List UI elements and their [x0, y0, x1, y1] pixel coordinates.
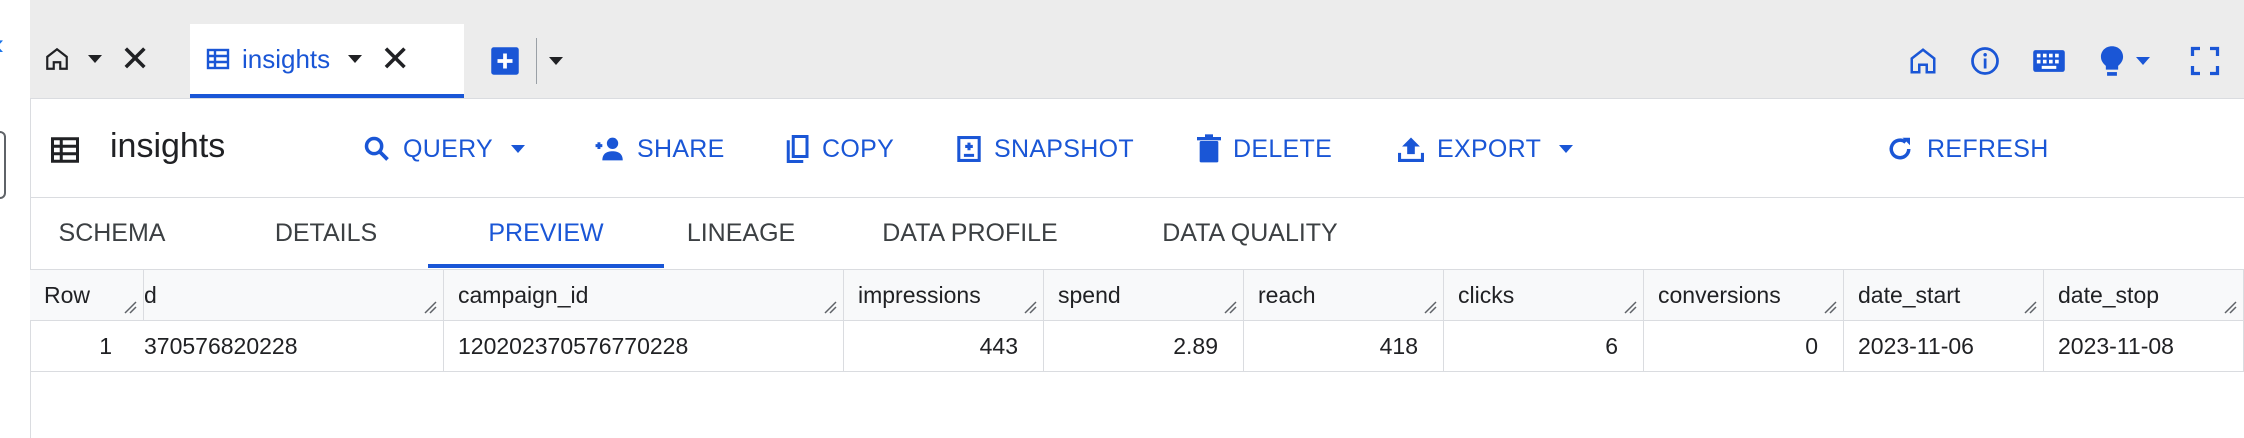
resize-handle-icon[interactable] [123, 300, 137, 314]
tab-bar: ✕ insights ✕ [30, 0, 2244, 99]
tab-preview[interactable]: PREVIEW [428, 198, 664, 268]
main-area: ✕ insights ✕ insights QUERY SHARE COPY S… [30, 0, 2244, 438]
lightbulb-menu-caret[interactable] [2136, 57, 2150, 65]
table-cell: 418 [1244, 321, 1444, 371]
row-number-cell: 1 [99, 333, 112, 359]
tab-data-profile[interactable]: DATA PROFILE [875, 198, 1065, 268]
left-panel-edge: ‹ [0, 0, 31, 438]
tab-schema[interactable]: SCHEMA [48, 198, 176, 268]
column-header[interactable]: d [144, 270, 444, 320]
collapse-chevron-icon[interactable]: ‹ [0, 30, 4, 60]
delete-label: DELETE [1233, 134, 1333, 163]
tab-menu-caret[interactable] [348, 55, 363, 63]
trash-icon [1197, 134, 1221, 164]
table-icon [50, 135, 80, 165]
upload-icon [1397, 135, 1425, 163]
page-title: insights [110, 127, 226, 165]
query-button[interactable]: QUERY [363, 129, 525, 169]
header-actions [1908, 36, 2244, 86]
query-label: QUERY [403, 134, 493, 163]
table-cell: 2023-11-08 [2044, 321, 2244, 371]
share-button[interactable]: SHARE [591, 129, 725, 169]
column-header[interactable]: Row [30, 270, 144, 320]
add-tab-icon[interactable] [490, 46, 520, 76]
home-icon[interactable] [1908, 46, 1938, 76]
column-header[interactable]: reach [1244, 270, 1444, 320]
divider [536, 38, 537, 84]
home-icon[interactable] [44, 46, 70, 72]
new-tab-menu-caret[interactable] [549, 57, 563, 65]
resize-handle-icon[interactable] [1023, 300, 1037, 314]
snapshot-button[interactable]: SNAPSHOT [956, 129, 1134, 169]
detail-tabs: SCHEMA DETAILS PREVIEW LINEAGE DATA PROF… [30, 198, 2244, 270]
column-header[interactable]: date_start [1844, 270, 2044, 320]
info-icon[interactable] [1970, 46, 2000, 76]
table-cell: 370576820228 [144, 321, 444, 371]
export-button[interactable]: EXPORT [1397, 129, 1574, 169]
copy-icon [784, 134, 810, 164]
refresh-label: REFRESH [1927, 134, 2049, 163]
table-icon [206, 47, 230, 71]
tab-insights[interactable]: insights ✕ [190, 24, 464, 98]
search-icon [363, 135, 391, 163]
snapshot-icon [956, 135, 982, 163]
lightbulb-icon[interactable] [2098, 45, 2126, 77]
copy-button[interactable]: COPY [784, 129, 894, 169]
column-header[interactable]: campaign_id [444, 270, 844, 320]
panel-fragment [0, 131, 6, 199]
new-tab-group [460, 24, 580, 98]
column-header[interactable]: date_stop [2044, 270, 2244, 320]
column-header[interactable]: conversions [1644, 270, 1844, 320]
query-menu-caret[interactable] [510, 145, 525, 153]
resize-handle-icon[interactable] [1623, 300, 1637, 314]
resize-handle-icon[interactable] [423, 300, 437, 314]
table-row[interactable]: 1 370576820228 120202370576770228 443 2.… [30, 321, 2244, 372]
table-cell: 6 [1444, 321, 1644, 371]
table-header-row: Row d campaign_id impressions spend reac… [30, 270, 2244, 321]
fullscreen-icon[interactable] [2190, 46, 2220, 76]
tab-label: insights [242, 43, 331, 74]
table-cell: 443 [844, 321, 1044, 371]
snapshot-label: SNAPSHOT [994, 134, 1134, 163]
table-cell: 120202370576770228 [444, 321, 844, 371]
export-menu-caret[interactable] [1559, 145, 1574, 153]
add-person-icon [591, 136, 625, 162]
resize-handle-icon[interactable] [1423, 300, 1437, 314]
resize-handle-icon[interactable] [2223, 300, 2237, 314]
table-toolbar: insights QUERY SHARE COPY SNAPSHOT DELET… [30, 99, 2244, 198]
refresh-button[interactable]: REFRESH [1885, 129, 2049, 169]
tab-home[interactable]: ✕ [30, 20, 190, 98]
column-header[interactable]: clicks [1444, 270, 1644, 320]
resize-handle-icon[interactable] [1223, 300, 1237, 314]
copy-label: COPY [822, 134, 895, 163]
resize-handle-icon[interactable] [2023, 300, 2037, 314]
tab-home-menu-caret[interactable] [88, 55, 102, 63]
column-header[interactable]: spend [1044, 270, 1244, 320]
close-icon[interactable]: ✕ [120, 41, 150, 77]
delete-button[interactable]: DELETE [1197, 129, 1332, 169]
table-cell: 2023-11-06 [1844, 321, 2044, 371]
table-cell: 0 [1644, 321, 1844, 371]
resize-handle-icon[interactable] [823, 300, 837, 314]
refresh-icon [1885, 134, 1915, 164]
keyboard-icon[interactable] [2032, 48, 2066, 74]
tab-lineage[interactable]: LINEAGE [673, 198, 809, 268]
column-header[interactable]: impressions [844, 270, 1044, 320]
tab-details[interactable]: DETAILS [266, 198, 386, 268]
close-icon[interactable]: ✕ [380, 41, 410, 77]
table-cell: 2.89 [1044, 321, 1244, 371]
tab-data-quality[interactable]: DATA QUALITY [1145, 198, 1355, 268]
export-label: EXPORT [1437, 134, 1542, 163]
share-label: SHARE [637, 134, 725, 163]
resize-handle-icon[interactable] [1823, 300, 1837, 314]
